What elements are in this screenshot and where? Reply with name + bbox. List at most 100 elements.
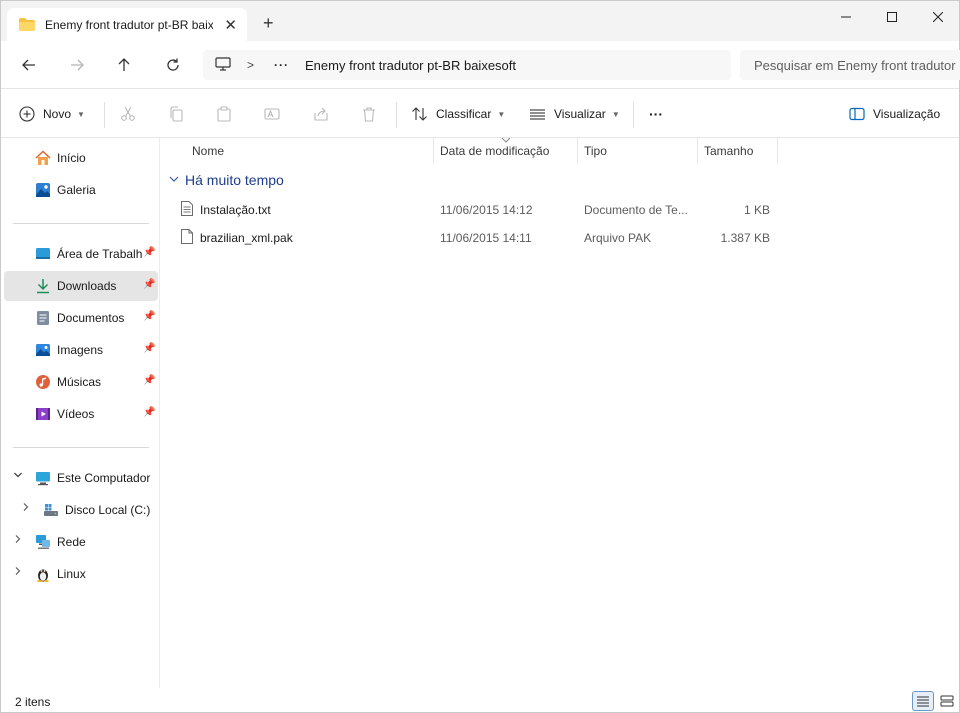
sidebar-item-label: Downloads <box>57 279 117 293</box>
chevron-right-icon[interactable] <box>13 566 23 579</box>
download-icon <box>35 278 51 294</box>
sidebar-item-documents[interactable]: Documentos 📌 <box>4 303 158 333</box>
sidebar-item-home[interactable]: Início <box>4 143 158 173</box>
close-icon <box>933 12 943 22</box>
pin-icon[interactable]: 📌 <box>143 279 155 290</box>
minimize-button[interactable] <box>823 1 869 33</box>
pin-icon[interactable]: 📌 <box>143 343 155 354</box>
navigation-pane: Início Galeria Área de Trabalho 📌 Downlo… <box>1 138 160 688</box>
preview-pane-button[interactable]: Visualização <box>849 102 940 126</box>
breadcrumb-more-button[interactable]: ··· <box>274 58 289 72</box>
column-header-type[interactable]: Tipo <box>584 138 607 164</box>
tiles-view-icon <box>940 695 954 707</box>
new-tab-button[interactable]: + <box>263 13 274 34</box>
pictures-icon <box>35 342 51 358</box>
chevron-down-icon: ▼ <box>77 109 85 119</box>
share-button[interactable] <box>311 104 331 124</box>
sidebar-item-network[interactable]: Rede <box>4 527 158 557</box>
pin-icon[interactable]: 📌 <box>143 311 155 322</box>
column-header-size[interactable]: Tamanho <box>704 138 753 164</box>
breadcrumb-current-folder[interactable]: Enemy front tradutor pt-BR baixesoft <box>305 58 516 73</box>
sidebar-item-local-disk[interactable]: Disco Local (C:) <box>4 495 158 525</box>
new-button[interactable]: Novo ▼ <box>19 102 85 126</box>
status-bar: 2 itens <box>1 688 959 713</box>
pin-icon[interactable]: 📌 <box>143 407 155 418</box>
sidebar-item-videos[interactable]: Vídeos 📌 <box>4 399 158 429</box>
delete-button[interactable] <box>359 104 379 124</box>
chevron-right-icon[interactable] <box>13 534 23 547</box>
rename-button[interactable] <box>262 104 282 124</box>
arrow-left-icon <box>22 59 35 71</box>
home-icon <box>35 150 51 166</box>
search-input[interactable]: Pesquisar em Enemy front tradutor pt-BR … <box>740 50 960 80</box>
share-icon <box>314 107 328 121</box>
sidebar-item-label: Área de Trabalho <box>57 247 143 261</box>
paste-button[interactable] <box>214 104 234 124</box>
navigation-bar: > ··· Enemy front tradutor pt-BR baixeso… <box>1 41 960 89</box>
view-button-label: Visualizar <box>554 107 606 121</box>
sidebar-item-music[interactable]: Músicas 📌 <box>4 367 158 397</box>
scissors-icon <box>121 106 135 121</box>
up-button[interactable] <box>112 53 136 77</box>
preview-pane-label: Visualização <box>873 107 941 121</box>
details-view-icon <box>917 696 929 707</box>
column-divider[interactable] <box>433 138 434 164</box>
column-divider[interactable] <box>577 138 578 164</box>
breadcrumb-separator[interactable]: > <box>247 58 254 72</box>
pin-icon[interactable]: 📌 <box>143 375 155 386</box>
group-header[interactable]: Há muito tempo <box>169 172 284 188</box>
sidebar-item-desktop[interactable]: Área de Trabalho 📌 <box>4 239 158 269</box>
computer-icon <box>215 56 231 74</box>
file-row[interactable]: brazilian_xml.pak 11/06/2015 14:11 Arqui… <box>177 224 777 250</box>
column-divider[interactable] <box>777 138 778 164</box>
tiles-view-button[interactable] <box>936 691 958 711</box>
back-button[interactable] <box>17 53 41 77</box>
sidebar-item-downloads[interactable]: Downloads 📌 <box>4 271 158 301</box>
column-divider[interactable] <box>697 138 698 164</box>
column-header-date[interactable]: Data de modificação <box>440 138 549 164</box>
arrow-right-icon <box>71 59 84 71</box>
chevron-down-icon: ▼ <box>611 109 620 119</box>
copy-button[interactable] <box>166 104 186 124</box>
view-button[interactable]: Visualizar ▼ <box>529 102 620 126</box>
close-window-button[interactable] <box>915 1 960 33</box>
file-row[interactable]: Instalação.txt 11/06/2015 14:12 Document… <box>177 196 777 222</box>
group-header-label: Há muito tempo <box>185 172 284 188</box>
tab-close-icon[interactable]: ✕ <box>224 16 237 34</box>
address-bar[interactable]: > ··· Enemy front tradutor pt-BR baixeso… <box>203 50 731 80</box>
file-explorer-window: Enemy front tradutor pt-BR baixesoft ✕ + <box>0 0 960 713</box>
documents-icon <box>35 310 51 326</box>
add-circle-icon <box>19 106 35 122</box>
copy-icon <box>170 106 183 122</box>
sidebar-item-pictures[interactable]: Imagens 📌 <box>4 335 158 365</box>
chevron-down-icon[interactable] <box>13 470 23 483</box>
sort-button[interactable]: Classificar ▼ <box>411 102 505 126</box>
details-view-button[interactable] <box>912 691 934 711</box>
tab-current-folder[interactable]: Enemy front tradutor pt-BR baixesoft ✕ <box>7 8 247 41</box>
gallery-icon <box>35 182 51 198</box>
sidebar-item-label: Documentos <box>57 311 125 325</box>
file-type: Documento de Te... <box>584 203 688 217</box>
drive-icon <box>43 502 59 518</box>
trash-icon <box>363 107 375 122</box>
more-options-button[interactable]: ··· <box>649 102 663 126</box>
linux-icon <box>35 566 51 582</box>
sidebar-item-this-pc[interactable]: Este Computador <box>4 463 158 493</box>
cut-button[interactable] <box>118 104 138 124</box>
file-list-pane: Nome Data de modificação Tipo Tamanho Há… <box>161 137 959 688</box>
sidebar-item-linux[interactable]: Linux <box>4 559 158 589</box>
forward-button[interactable] <box>65 53 89 77</box>
sidebar-divider <box>13 447 149 448</box>
sidebar-divider <box>13 223 149 224</box>
column-header-name[interactable]: Nome <box>192 138 224 164</box>
maximize-button[interactable] <box>869 1 915 33</box>
sidebar-item-label: Galeria <box>57 183 96 197</box>
sort-icon <box>412 107 427 121</box>
pin-icon[interactable]: 📌 <box>143 247 155 258</box>
chevron-right-icon[interactable] <box>21 502 31 515</box>
videos-icon <box>35 406 51 422</box>
list-view-icon <box>530 109 545 120</box>
sidebar-item-gallery[interactable]: Galeria <box>4 175 158 205</box>
title-bar: Enemy front tradutor pt-BR baixesoft ✕ + <box>1 1 959 41</box>
refresh-button[interactable] <box>161 53 185 77</box>
